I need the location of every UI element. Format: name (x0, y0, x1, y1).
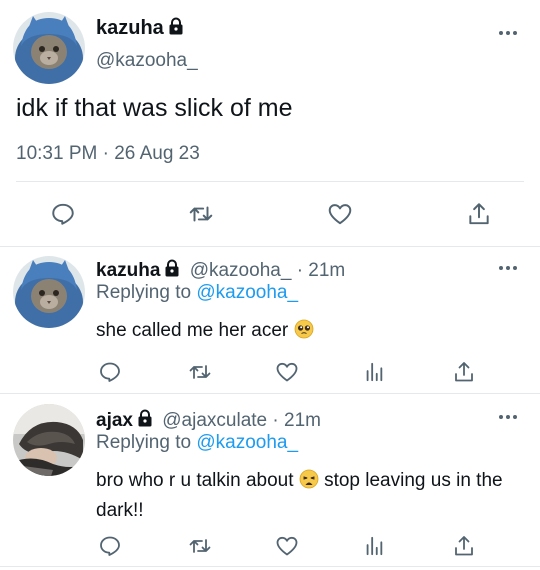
more-options-icon[interactable] (498, 265, 518, 273)
replying-to: Replying to @kazooha_ (96, 432, 298, 454)
more-options-icon[interactable] (498, 30, 518, 38)
avatar[interactable] (13, 404, 85, 476)
replying-to-handle[interactable]: @kazooha_ (196, 282, 298, 303)
like-icon[interactable] (272, 357, 302, 387)
share-icon[interactable] (449, 531, 479, 561)
author-name[interactable]: kazuha (96, 17, 184, 41)
reply-text: she called me her acer (96, 317, 516, 347)
pleading-face-emoji (294, 319, 314, 347)
reply-header: ajax @ajaxculate · 21m (96, 409, 321, 433)
replying-to-label: Replying to (96, 282, 192, 303)
tweet-text: idk if that was slick of me (16, 94, 293, 122)
reply-time[interactable]: · 21m (297, 260, 346, 281)
author-name[interactable]: ajax (96, 410, 133, 431)
lock-icon (164, 259, 180, 283)
author-handle[interactable]: @kazooha_ (96, 50, 198, 72)
author-name[interactable]: kazuha (96, 260, 160, 281)
author-name-label: kazuha (96, 17, 164, 39)
analytics-icon[interactable] (359, 531, 389, 561)
tweet-timestamp[interactable]: 10:31 PM · 26 Aug 23 (16, 143, 200, 165)
like-icon[interactable] (325, 199, 355, 229)
reply-icon[interactable] (48, 199, 78, 229)
replying-to-handle[interactable]: @kazooha_ (196, 432, 298, 453)
share-icon[interactable] (464, 199, 494, 229)
share-icon[interactable] (449, 357, 479, 387)
lock-icon (137, 409, 153, 433)
reply-text: bro who r u talkin about stop leaving us… (96, 467, 516, 524)
lock-icon (168, 17, 184, 41)
analytics-icon[interactable] (359, 357, 389, 387)
author-handle[interactable]: @kazooha_ (190, 260, 292, 281)
avatar[interactable] (13, 256, 85, 328)
reply-icon[interactable] (95, 357, 125, 387)
retweet-icon[interactable] (186, 199, 216, 229)
reply-header: kazuha @kazooha_ · 21m (96, 259, 345, 283)
divider (0, 393, 540, 394)
divider (0, 246, 540, 247)
avatar[interactable] (13, 12, 85, 84)
replying-to-label: Replying to (96, 432, 192, 453)
like-icon[interactable] (272, 531, 302, 561)
divider (16, 181, 524, 182)
divider (0, 566, 540, 567)
retweet-icon[interactable] (185, 357, 215, 387)
retweet-icon[interactable] (185, 531, 215, 561)
replying-to: Replying to @kazooha_ (96, 282, 298, 304)
more-options-icon[interactable] (498, 414, 518, 422)
reply-text-content: she called me her acer (96, 320, 289, 341)
author-handle[interactable]: @ajaxculate (162, 410, 267, 431)
reply-time[interactable]: · 21m (272, 410, 321, 431)
reply-icon[interactable] (95, 531, 125, 561)
weary-face-emoji (299, 469, 319, 497)
reply-text-before: bro who r u talkin about (96, 470, 294, 491)
